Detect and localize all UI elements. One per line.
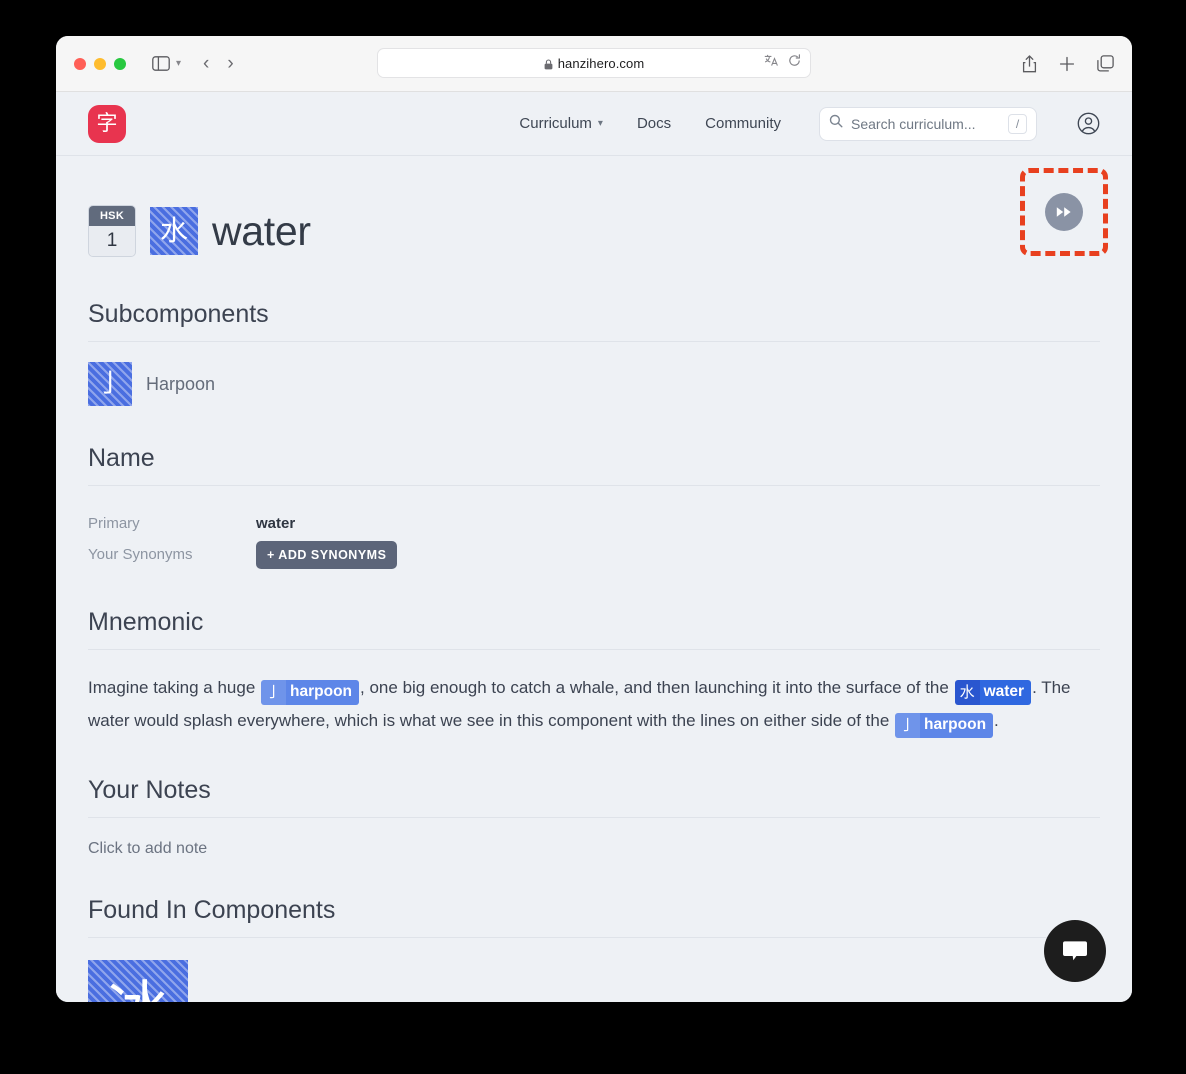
search-placeholder: Search curriculum... bbox=[851, 115, 976, 132]
browser-toolbar: ▾ ‹ › hanzihero.com bbox=[56, 36, 1132, 92]
fast-forward-annotation-wrap bbox=[1020, 168, 1108, 256]
share-icon[interactable] bbox=[1022, 54, 1037, 73]
chip-glyph: 水 bbox=[954, 680, 980, 705]
chip-word: harpoon bbox=[286, 680, 360, 705]
annotation-highlight-box bbox=[1020, 168, 1108, 256]
chip-glyph: 亅 bbox=[895, 713, 921, 738]
subcomponent-label: Harpoon bbox=[146, 373, 216, 394]
show-tabs-icon[interactable] bbox=[1097, 55, 1114, 72]
section-heading-name: Name bbox=[88, 444, 1100, 486]
hsk-badge: HSK 1 bbox=[88, 205, 136, 257]
translate-icon[interactable] bbox=[764, 54, 779, 72]
subcomponent-tile[interactable]: 亅 bbox=[88, 362, 132, 406]
subcomponent-item[interactable]: 亅 Harpoon bbox=[88, 362, 1100, 406]
mnemonic-text-part-2: , one big enough to catch a whale, and t… bbox=[360, 678, 954, 697]
name-row-primary: Primary water bbox=[88, 508, 1100, 539]
found-in-tile[interactable]: 冰 bbox=[88, 960, 188, 1002]
mnemonic-chip-harpoon-1[interactable]: 亅 harpoon bbox=[261, 680, 360, 705]
url-host: hanzihero.com bbox=[557, 55, 645, 71]
nav-item-curriculum[interactable]: Curriculum ▾ bbox=[519, 115, 603, 132]
page-title: water bbox=[212, 207, 311, 254]
traffic-lights bbox=[74, 57, 126, 70]
close-window-button[interactable] bbox=[74, 57, 86, 70]
address-bar-actions bbox=[764, 54, 801, 72]
page-content: HSK 1 水 water Subcomponents 亅 Harpoon Na… bbox=[56, 156, 1132, 1002]
name-value-primary: water bbox=[256, 515, 296, 532]
sidebar-chevron-down-icon[interactable]: ▾ bbox=[176, 58, 181, 69]
name-table: Primary water Your Synonyms + ADD SYNONY… bbox=[88, 508, 1100, 570]
account-icon[interactable] bbox=[1077, 112, 1100, 135]
mnemonic-text-part-1: Imagine taking a huge bbox=[88, 678, 261, 697]
page-viewport: 字 Curriculum ▾ Docs Community Search cur bbox=[56, 92, 1132, 1002]
forward-button[interactable]: › bbox=[227, 54, 233, 73]
section-heading-found-in: Found In Components bbox=[88, 896, 1100, 938]
address-bar[interactable]: hanzihero.com bbox=[377, 48, 811, 78]
browser-nav-arrows: ‹ › bbox=[203, 54, 234, 73]
name-key-synonyms: Your Synonyms bbox=[88, 546, 193, 563]
sidebar-toggle-icon[interactable] bbox=[152, 56, 170, 71]
hsk-label: HSK bbox=[89, 206, 135, 226]
chevron-down-icon: ▾ bbox=[597, 118, 603, 129]
url-text-wrap: hanzihero.com bbox=[544, 56, 645, 71]
found-in-list: 冰 bbox=[88, 960, 1100, 1002]
nav-item-community[interactable]: Community bbox=[705, 115, 781, 132]
browser-window: ▾ ‹ › hanzihero.com 字 Curriculum ▾ Docs … bbox=[56, 36, 1132, 1002]
add-synonyms-button[interactable]: + ADD SYNONYMS bbox=[256, 540, 398, 569]
mnemonic-text-part-4: . bbox=[994, 711, 999, 730]
chip-glyph: 亅 bbox=[261, 680, 287, 705]
character-tile: 水 bbox=[150, 207, 198, 255]
minimize-window-button[interactable] bbox=[94, 57, 106, 70]
search-icon bbox=[829, 114, 843, 133]
back-button[interactable]: ‹ bbox=[203, 54, 209, 73]
name-key-primary: Primary bbox=[88, 515, 140, 532]
nav-item-curriculum-label: Curriculum bbox=[519, 115, 592, 132]
chip-word: water bbox=[979, 680, 1032, 705]
mnemonic-chip-harpoon-2[interactable]: 亅 harpoon bbox=[895, 713, 994, 738]
section-heading-mnemonic: Mnemonic bbox=[88, 608, 1100, 650]
site-logo[interactable]: 字 bbox=[88, 104, 126, 143]
mnemonic-chip-water[interactable]: 水 water bbox=[954, 680, 1032, 705]
site-header: 字 Curriculum ▾ Docs Community Search cur bbox=[56, 92, 1132, 156]
search-shortcut-badge: / bbox=[1008, 113, 1027, 134]
search-input[interactable]: Search curriculum... / bbox=[819, 106, 1037, 141]
page-title-row: HSK 1 水 water bbox=[88, 200, 1100, 262]
section-heading-subcomponents: Subcomponents bbox=[88, 300, 1100, 342]
reload-icon[interactable] bbox=[788, 54, 801, 72]
add-note-field[interactable]: Click to add note bbox=[88, 840, 1100, 858]
lock-icon bbox=[544, 58, 553, 70]
hsk-level: 1 bbox=[89, 226, 135, 256]
toolbar-right-actions bbox=[1022, 54, 1114, 73]
nav-item-docs[interactable]: Docs bbox=[637, 115, 671, 132]
chat-bubble-icon bbox=[1063, 941, 1087, 961]
name-row-synonyms: Your Synonyms + ADD SYNONYMS bbox=[88, 539, 1100, 570]
chip-word: harpoon bbox=[920, 713, 994, 738]
site-nav: Curriculum ▾ Docs Community Search curri… bbox=[519, 106, 1100, 141]
maximize-window-button[interactable] bbox=[114, 57, 126, 70]
new-tab-button[interactable] bbox=[1059, 56, 1075, 72]
chat-support-button[interactable] bbox=[1044, 920, 1106, 982]
section-heading-notes: Your Notes bbox=[88, 776, 1100, 818]
mnemonic-text: Imagine taking a huge 亅 harpoon, one big … bbox=[88, 672, 1098, 738]
